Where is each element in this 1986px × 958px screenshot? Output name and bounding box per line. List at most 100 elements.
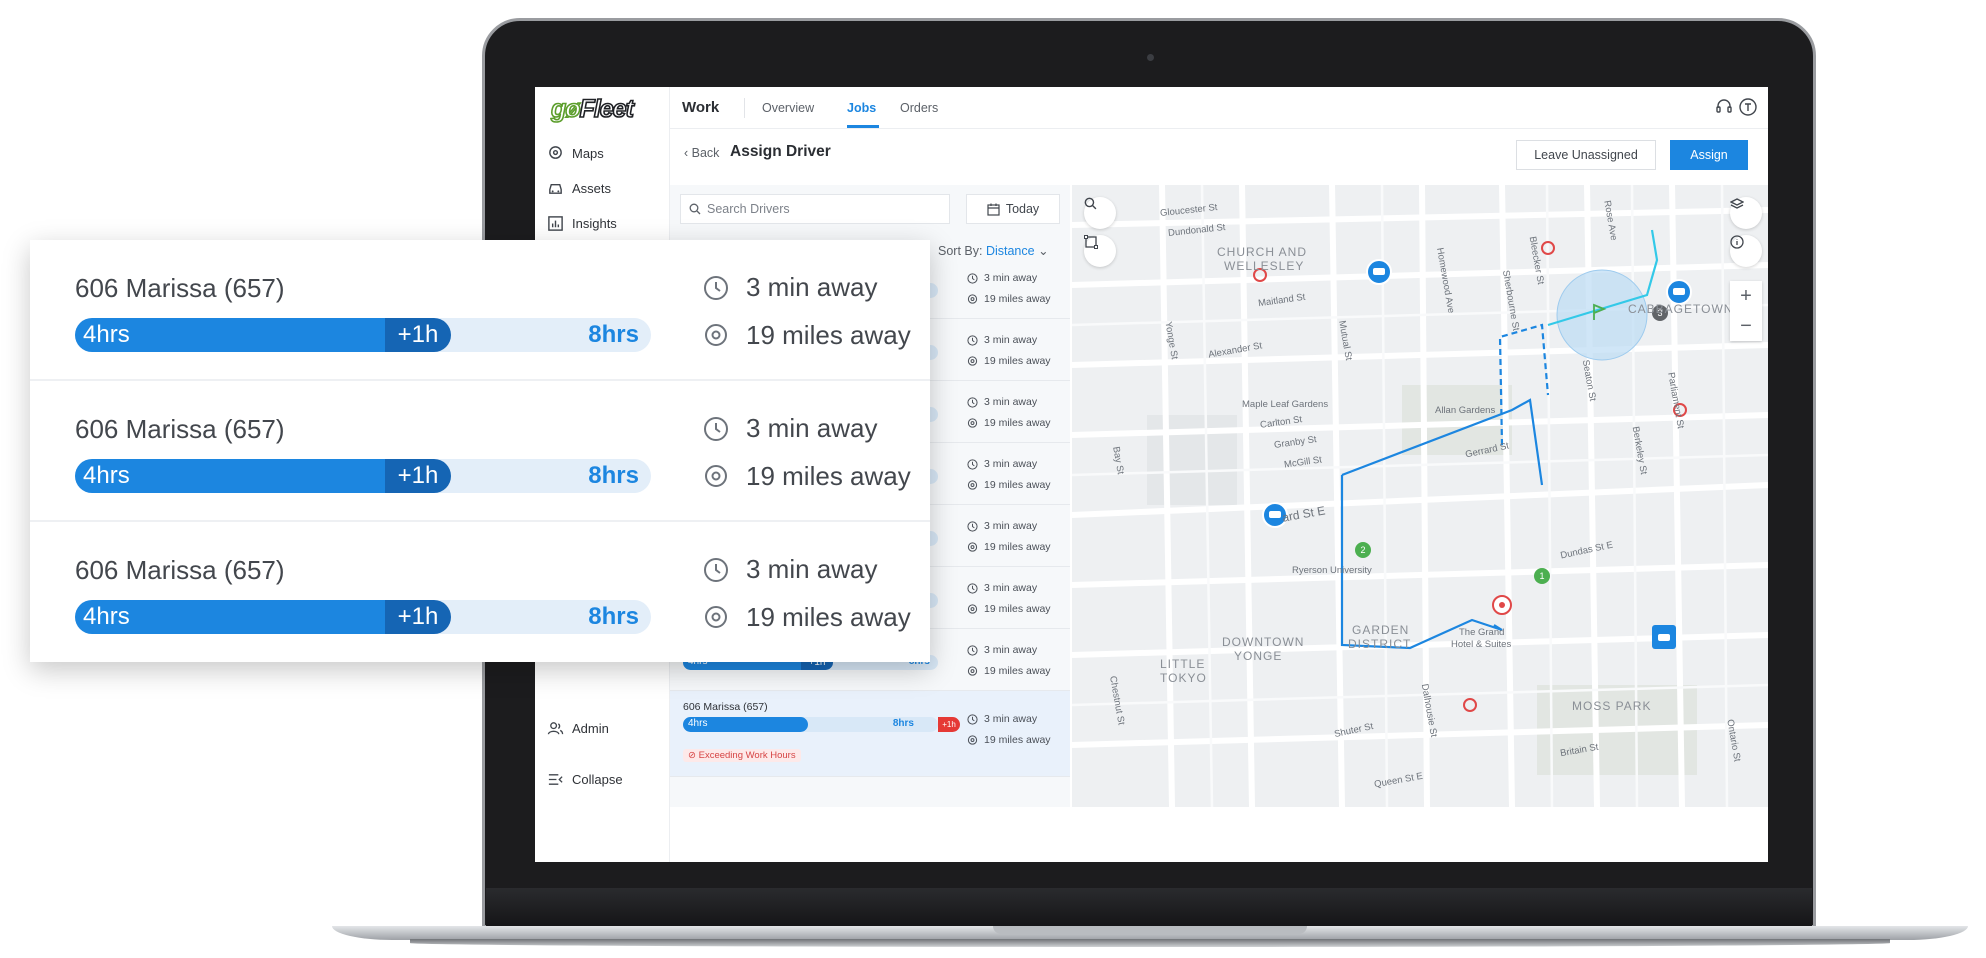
map-search-button[interactable] xyxy=(1084,197,1116,229)
search-icon xyxy=(689,203,701,215)
draw-area-button[interactable] xyxy=(1084,235,1116,267)
divider xyxy=(744,98,745,118)
hours-worked: 4hrs xyxy=(83,321,130,348)
user-avatar-icon[interactable] xyxy=(1738,97,1758,117)
sidebar-item-assets[interactable]: Assets xyxy=(547,180,611,197)
location-icon xyxy=(705,323,727,346)
hours-bar: +1h 4hrs 8hrs xyxy=(75,600,651,634)
date-filter-button[interactable]: Today xyxy=(966,194,1060,224)
eta: 3 min away xyxy=(702,554,878,585)
tab-orders[interactable]: Orders xyxy=(900,101,938,115)
clock-icon xyxy=(967,272,978,284)
overtime-segment: +1h xyxy=(385,318,451,352)
eta: 3 min away xyxy=(967,582,1037,594)
sidebar-item-insights[interactable]: Insights xyxy=(547,215,617,232)
stop-pin-2[interactable]: 2 xyxy=(1355,542,1371,558)
driver-name: 606 Marissa (657) xyxy=(75,555,285,585)
neighborhood-label: WELLESLEY xyxy=(1224,259,1305,273)
place-label: Allan Gardens xyxy=(1435,405,1496,416)
overtime-exceeded: +1h xyxy=(938,717,960,732)
info-icon xyxy=(1730,235,1744,249)
selection-box-icon xyxy=(1084,235,1098,249)
vehicle-marker[interactable] xyxy=(1666,279,1692,305)
layers-button[interactable] xyxy=(1730,197,1762,229)
place-label: Ryerson University xyxy=(1292,565,1372,576)
place-label: Hotel & Suites xyxy=(1451,639,1512,650)
hours-limit: 8hrs xyxy=(892,718,914,729)
support-headset-icon[interactable] xyxy=(1714,97,1734,117)
distance: 19 miles away xyxy=(967,417,1051,429)
clock-icon xyxy=(704,557,728,582)
search-placeholder: Search Drivers xyxy=(707,202,790,216)
clock-icon xyxy=(704,275,728,300)
search-icon xyxy=(1084,197,1097,210)
zoom-in-button[interactable]: + xyxy=(1730,281,1762,311)
assign-button[interactable]: Assign xyxy=(1670,140,1748,170)
location-icon xyxy=(967,417,978,428)
laptop-notch xyxy=(993,926,1307,934)
stop-pin-1[interactable]: 1 xyxy=(1534,568,1550,584)
neighborhood-label: YONGE xyxy=(1234,649,1283,663)
location-icon xyxy=(967,479,978,490)
neighborhood-label: CHURCH AND xyxy=(1217,245,1308,259)
section-title: Work xyxy=(682,99,720,116)
neighborhood-label: MOSS PARK xyxy=(1572,699,1652,713)
eta: 3 min away xyxy=(967,520,1037,532)
sidebar-item-maps[interactable]: Maps xyxy=(547,145,604,162)
sort-dropdown[interactable]: Sort By: Distance ⌄ xyxy=(938,243,1049,258)
vehicle-marker[interactable] xyxy=(1652,625,1676,649)
location-pin-red[interactable] xyxy=(1492,595,1512,615)
map-view[interactable]: 2 1 3 Gloucester St Dundonald St CHURCH … xyxy=(1072,185,1768,807)
camera-icon xyxy=(1147,54,1154,61)
zoom-controls: + − xyxy=(1730,281,1762,341)
search-drivers-input[interactable]: Search Drivers xyxy=(680,194,950,224)
sidebar-item-label: Insights xyxy=(572,216,617,231)
map-canvas xyxy=(1072,185,1768,807)
neighborhood-label: TOKYO xyxy=(1160,671,1207,685)
sort-value: Distance xyxy=(985,244,1035,258)
neighborhood-label: GARDEN xyxy=(1352,623,1410,637)
driver-name: 606 Marissa (657) xyxy=(75,273,285,303)
clock-icon xyxy=(967,713,978,725)
hours-bar: 4hrs 8hrs +1h xyxy=(683,717,960,732)
location-pin-red[interactable] xyxy=(1463,698,1477,712)
calendar-icon xyxy=(987,203,1000,216)
eta: 3 min away xyxy=(967,334,1037,346)
eta: 3 min away xyxy=(967,644,1037,656)
gofleet-logo: gøFleet xyxy=(550,94,635,124)
page-header: ‹ Back Assign Driver Leave Unassigned As… xyxy=(670,129,1768,175)
hours-bar: +1h 4hrs 8hrs xyxy=(75,318,651,352)
sidebar-item-label: Admin xyxy=(572,721,609,736)
callout-driver-row: 606 Marissa (657) +1h 4hrs 8hrs 3 min away 19… xyxy=(30,381,930,522)
info-button[interactable] xyxy=(1730,235,1762,267)
hours-limit: 8hrs xyxy=(588,603,639,630)
location-icon xyxy=(705,605,727,628)
neighborhood-label: LITTLE xyxy=(1160,657,1206,671)
hours-bar: +1h 4hrs 8hrs xyxy=(75,459,651,493)
leave-unassigned-button[interactable]: Leave Unassigned xyxy=(1516,140,1656,170)
neighborhood-label: DISTRICT xyxy=(1348,637,1412,651)
eta: 3 min away xyxy=(967,458,1037,470)
zoom-out-button[interactable]: − xyxy=(1730,311,1762,341)
vehicle-marker[interactable] xyxy=(1366,259,1392,285)
back-label: Back xyxy=(691,146,720,160)
location-icon xyxy=(967,665,978,676)
driver-row-selected[interactable]: 606 Marissa (657) 4hrs 8hrs +1h 3 min away 19… xyxy=(670,691,1070,777)
sidebar-item-admin[interactable]: Admin xyxy=(547,720,609,737)
location-icon xyxy=(967,355,978,366)
location-icon xyxy=(705,464,727,487)
active-tab-indicator xyxy=(847,125,879,128)
back-link[interactable]: ‹ Back xyxy=(684,146,719,160)
tab-overview[interactable]: Overview xyxy=(762,101,814,115)
eta: 3 min away xyxy=(967,396,1037,408)
sidebar-item-collapse[interactable]: Collapse xyxy=(547,771,623,788)
distance: 19 miles away xyxy=(967,293,1051,305)
tab-jobs[interactable]: Jobs xyxy=(847,101,876,115)
distance: 19 miles away xyxy=(967,355,1051,367)
users-icon xyxy=(547,722,564,735)
hours-worked: 4hrs xyxy=(83,603,130,630)
place-label: Maple Leaf Gardens xyxy=(1242,399,1329,410)
distance: 19 miles away xyxy=(702,461,911,492)
car-icon xyxy=(549,184,562,194)
clock-icon xyxy=(704,416,728,441)
